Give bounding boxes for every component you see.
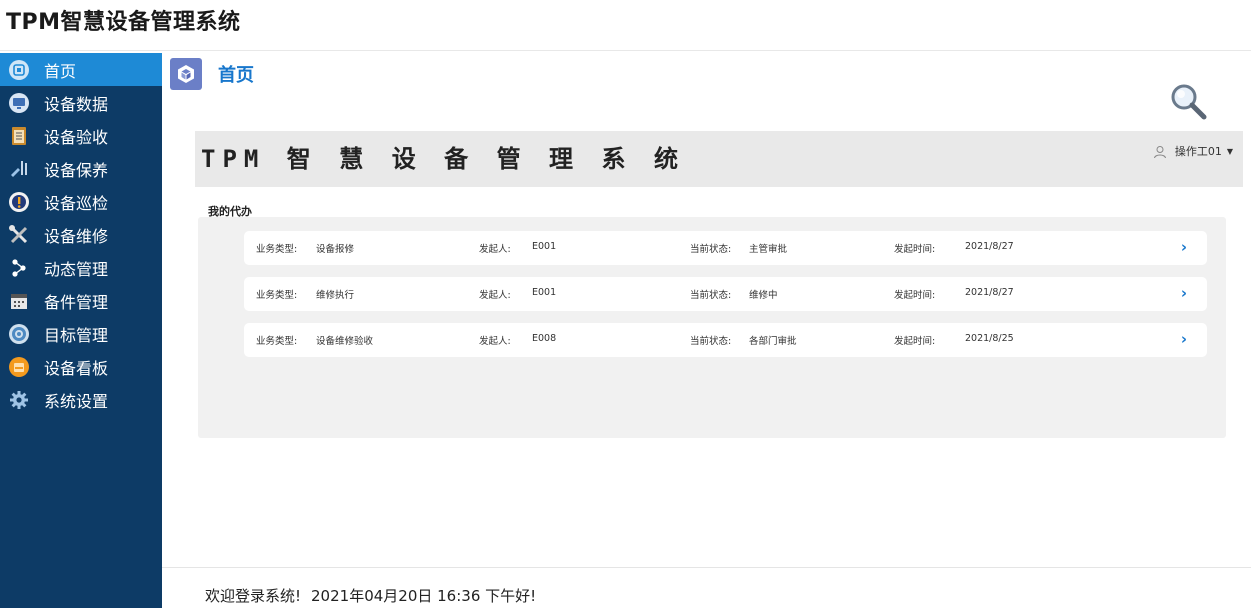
initiator-label: 发起人: [479,244,511,255]
greeting-text: 下午好! [485,587,537,605]
system-banner: TPM 智 慧 设 备 管 理 系 统 操作工01 ▼ [195,131,1243,187]
todo-row[interactable]: 业务类型: 设备维修验收 发起人: E008 当前状态: 各部门审批 发起时间:… [244,323,1207,357]
user-icon [1153,144,1167,159]
type-label: 业务类型: [256,336,298,347]
status-label: 当前状态: [690,336,732,347]
sidebar-item-label: 系统设置 [44,391,109,411]
sidebar-item-label: 设备维修 [44,226,109,246]
status-value: 主管审批 [749,244,788,255]
type-value: 维修执行 [316,290,355,301]
type-label: 业务类型: [256,290,298,301]
welcome-message: 欢迎登录系统! 2021年04月20日 16:36 下午好! [205,585,536,606]
initiator-value: E008 [532,333,557,344]
chevron-right-icon[interactable]: › [1181,284,1187,302]
chevron-right-icon[interactable]: › [1181,330,1187,348]
time-value: 2021/8/27 [965,287,1014,298]
sidebar: 首页 设备数据 设备验收 设备保养 设备巡检 设备维修 动态管理 备件管理 目标… [0,53,162,608]
welcome-text: 欢迎登录系统! [205,587,302,605]
gear-icon [8,389,30,411]
sidebar-item-dynamic[interactable]: 动态管理 [0,251,162,284]
chevron-right-icon[interactable]: › [1181,238,1187,256]
sidebar-item-maintenance[interactable]: 设备保养 [0,152,162,185]
user-name: 操作工01 [1174,145,1222,158]
sidebar-item-acceptance[interactable]: 设备验收 [0,119,162,152]
todo-panel: 我的代办 业务类型: 设备报修 发起人: E001 当前状态: 主管审批 发起时… [198,190,1243,548]
banner-title: TPM 智 慧 设 备 管 理 系 统 [201,145,685,173]
app-title: TPM智慧设备管理系统 [6,10,241,35]
sidebar-item-label: 设备数据 [44,94,109,114]
initiator-label: 发起人: [479,290,511,301]
sidebar-item-label: 首页 [44,61,77,81]
page-title: 首页 [218,65,254,86]
initiator-value: E001 [532,287,557,298]
app-header: TPM智慧设备管理系统 [0,0,1251,51]
status-value: 维修中 [749,290,778,301]
login-datetime: 2021年04月20日 16:36 [311,587,481,605]
dashboard-icon [8,356,30,378]
sidebar-item-label: 备件管理 [44,292,109,312]
sidebar-item-settings[interactable]: 系统设置 [0,383,162,416]
time-label: 发起时间: [894,244,936,255]
user-menu[interactable]: 操作工01 ▼ [1153,143,1233,159]
status-label: 当前状态: [690,244,732,255]
sidebar-item-label: 设备保养 [44,160,109,180]
sidebar-item-home[interactable]: 首页 [0,53,162,86]
status-value: 各部门审批 [749,336,797,347]
status-label: 当前状态: [690,290,732,301]
sidebar-item-label: 设备看板 [44,358,109,378]
calendar-icon [8,290,30,312]
sidebar-item-equipment-data[interactable]: 设备数据 [0,86,162,119]
monitor-icon [8,92,30,114]
search-button[interactable] [1168,82,1212,122]
clipboard-icon [8,125,30,147]
time-value: 2021/8/25 [965,333,1014,344]
time-label: 发起时间: [894,290,936,301]
sidebar-item-label: 设备巡检 [44,193,109,213]
sidebar-item-dashboard[interactable]: 设备看板 [0,350,162,383]
sidebar-item-repair[interactable]: 设备维修 [0,218,162,251]
tools-icon [8,224,30,246]
footer: 欢迎登录系统! 2021年04月20日 16:36 下午好! [162,567,1251,609]
initiator-label: 发起人: [479,336,511,347]
todo-list: 业务类型: 设备报修 发起人: E001 当前状态: 主管审批 发起时间: 20… [198,217,1226,438]
sidebar-item-spare-parts[interactable]: 备件管理 [0,284,162,317]
home-icon [8,59,30,81]
sidebar-item-inspection[interactable]: 设备巡检 [0,185,162,218]
todo-row[interactable]: 业务类型: 设备报修 发起人: E001 当前状态: 主管审批 发起时间: 20… [244,231,1207,265]
sidebar-item-label: 动态管理 [44,259,109,279]
caret-down-icon: ▼ [1226,146,1233,156]
type-value: 设备维修验收 [316,336,374,347]
sidebar-item-target[interactable]: 目标管理 [0,317,162,350]
time-value: 2021/8/27 [965,241,1014,252]
cube-icon [170,58,202,90]
share-icon [8,257,30,279]
type-value: 设备报修 [316,244,355,255]
sidebar-item-label: 目标管理 [44,325,109,345]
initiator-value: E001 [532,241,557,252]
target-icon [8,323,30,345]
scrollbar[interactable] [1243,53,1249,549]
sidebar-item-label: 设备验收 [44,127,109,147]
page-header: 首页 [170,58,254,90]
todo-row[interactable]: 业务类型: 维修执行 发起人: E001 当前状态: 维修中 发起时间: 202… [244,277,1207,311]
maintenance-icon [8,158,30,180]
search-icon [1168,84,1212,126]
inspection-icon [8,191,30,213]
type-label: 业务类型: [256,244,298,255]
time-label: 发起时间: [894,336,936,347]
